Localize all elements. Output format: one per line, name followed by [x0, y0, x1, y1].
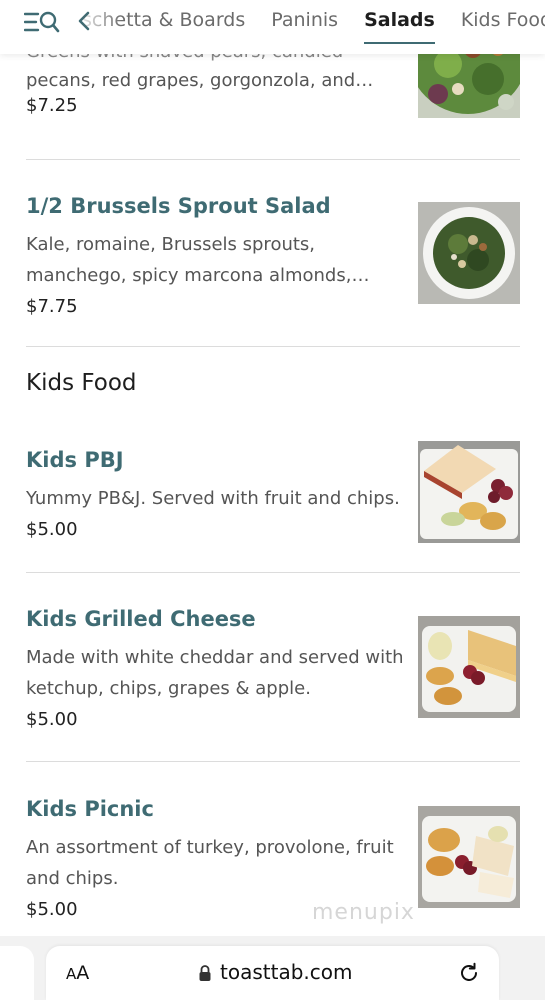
picnic-photo-image	[418, 806, 520, 908]
category-tabs: schetta & Boards Paninis Salads Kids Foo…	[82, 0, 545, 54]
item-description: An assortment of turkey, provolone, frui…	[26, 832, 406, 894]
browser-toolbar: AA toasttab.com	[0, 936, 545, 1000]
tab-bruschetta-boards[interactable]: schetta & Boards	[82, 0, 245, 54]
aa-large-glyph: A	[76, 962, 90, 984]
item-description-line: manchego, spicy marcona almonds,…	[26, 265, 370, 286]
brussels-salad-photo-image	[418, 202, 520, 304]
item-description-line: Kale, romaine, Brussels sprouts,	[26, 234, 316, 255]
watermark-text: menupix	[312, 900, 415, 925]
item-photo	[418, 202, 520, 304]
reader-text-size-button[interactable]: AA	[66, 962, 89, 984]
address-bar[interactable]: AA toasttab.com	[46, 946, 499, 1000]
grilled-cheese-photo-image	[418, 616, 520, 718]
menu-item-brussels-sprout-salad[interactable]: 1/2 Brussels Sprout Salad Kale, romaine,…	[26, 193, 520, 321]
item-description-line: and chips.	[26, 868, 119, 889]
item-photo	[418, 806, 520, 908]
item-divider	[26, 761, 520, 762]
item-description-line: An assortment of turkey, provolone, frui…	[26, 837, 394, 858]
tab-paninis[interactable]: Paninis	[271, 0, 338, 54]
item-photo	[418, 616, 520, 718]
item-description: Yummy PB&J. Served with fruit and chips.	[26, 483, 406, 514]
item-divider	[26, 159, 520, 160]
menu-item-kids-grilled-cheese[interactable]: Kids Grilled Cheese Made with white ched…	[26, 606, 520, 734]
section-heading-kids-food: Kids Food	[26, 370, 137, 396]
item-divider	[26, 572, 520, 573]
item-description-line: Made with white cheddar and served with	[26, 647, 404, 668]
item-description: Made with white cheddar and served with …	[26, 642, 406, 704]
pbj-photo-image	[418, 441, 520, 543]
url-text: toasttab.com	[220, 960, 353, 984]
tab-salads[interactable]: Salads	[364, 0, 435, 54]
reload-icon[interactable]	[458, 962, 480, 984]
tab-kids-food[interactable]: Kids Food	[461, 0, 545, 54]
item-divider	[26, 346, 520, 347]
menu-item-kids-picnic[interactable]: Kids Picnic An assortment of turkey, pro…	[26, 796, 520, 924]
item-description-line: Yummy PB&J. Served with fruit and chips.	[26, 488, 400, 509]
item-description-line: pecans, red grapes, gorgonzola, and…	[26, 70, 374, 91]
menu-search-icon[interactable]	[24, 10, 60, 34]
item-photo	[418, 441, 520, 543]
item-description-line: ketchup, chips, grapes & apple.	[26, 678, 311, 699]
item-description: Kale, romaine, Brussels sprouts, mancheg…	[26, 229, 396, 291]
previous-tab-edge[interactable]	[0, 946, 34, 1000]
menu-item-kids-pbj[interactable]: Kids PBJ Yummy PB&J. Served with fruit a…	[26, 441, 520, 544]
aa-small-glyph: A	[66, 965, 77, 983]
category-nav-bar: schetta & Boards Paninis Salads Kids Foo…	[0, 0, 545, 54]
lock-icon	[199, 965, 211, 981]
